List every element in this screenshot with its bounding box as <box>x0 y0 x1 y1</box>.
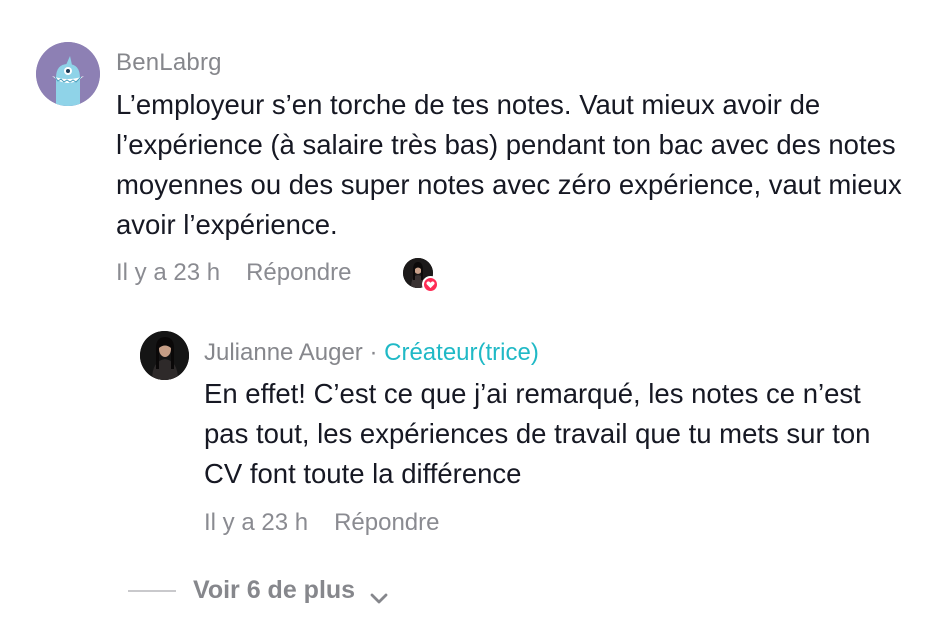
reply-text: En effet! C’est ce que j’ai remarqué, le… <box>204 378 871 489</box>
commenter-username[interactable]: BenLabrg <box>116 49 222 77</box>
comment-meta: Il y a 23 h Répondre <box>116 259 351 287</box>
comment-text: L’employeur s’en torche de tes notes. Va… <box>116 89 902 240</box>
reply-meta: Il y a 23 h Répondre <box>204 509 439 537</box>
chevron-down-icon <box>369 584 389 603</box>
commenter-avatar[interactable] <box>36 42 100 106</box>
reply-timestamp: Il y a 23 h <box>204 509 309 536</box>
comment-timestamp: Il y a 23 h <box>116 259 221 286</box>
reply-to-reply-button[interactable]: Répondre <box>334 509 439 537</box>
creator-badge: Créateur(trice) <box>384 339 539 366</box>
creator-avatar[interactable] <box>140 331 189 380</box>
view-more-replies-button[interactable]: Voir 6 de plus <box>128 576 389 605</box>
creator-photo-avatar-icon <box>140 331 189 380</box>
header-separator: · <box>362 339 385 366</box>
liked-by-creator-indicator <box>403 258 439 293</box>
heart-icon <box>422 276 439 293</box>
creator-username[interactable]: Julianne Auger <box>204 339 363 366</box>
divider-line <box>128 589 176 592</box>
view-more-label: Voir 6 de plus <box>193 576 356 604</box>
reply-button[interactable]: Répondre <box>246 259 351 287</box>
blue-monster-avatar-icon <box>36 42 100 106</box>
reply-header: Julianne Auger · Créateur(trice) <box>204 339 539 367</box>
